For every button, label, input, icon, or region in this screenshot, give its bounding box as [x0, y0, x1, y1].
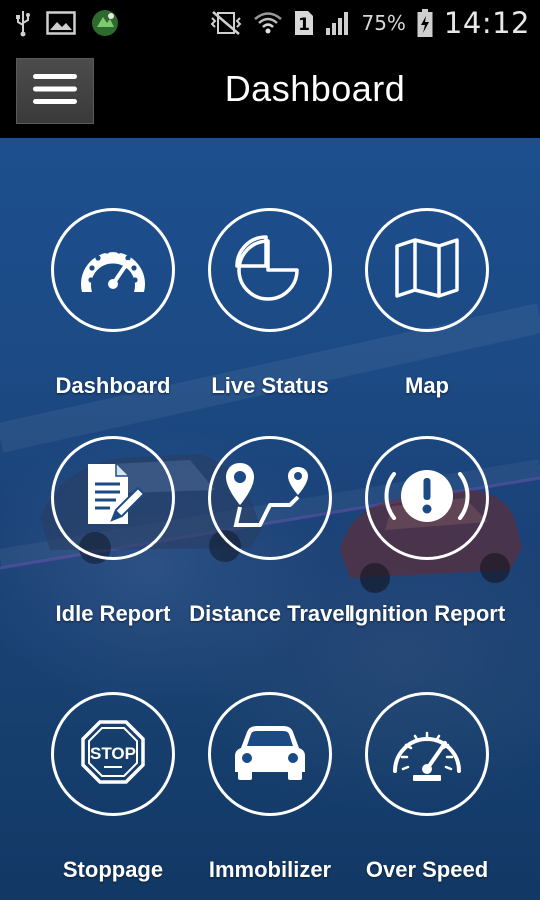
- tile-dashboard[interactable]: Dashboard: [28, 208, 198, 400]
- tile-circle: [208, 436, 332, 560]
- map-icon: [393, 236, 461, 305]
- alert-circle-icon: [384, 458, 470, 539]
- tile-map[interactable]: Map: [342, 208, 512, 400]
- tile-circle: [365, 208, 489, 332]
- signal-icon: [325, 10, 351, 36]
- image-icon: [46, 11, 76, 35]
- document-edit-icon: [80, 460, 146, 537]
- app-bar: Dashboard: [0, 46, 540, 138]
- vibrate-off-icon: [209, 10, 243, 36]
- tile-label: Immobilizer: [208, 857, 332, 882]
- route-icon: [224, 461, 316, 536]
- tile-label: Dashboard: [55, 373, 171, 398]
- app-notification-icon: [90, 8, 120, 38]
- tile-ignition-report[interactable]: Ignition Report: [342, 436, 512, 628]
- tile-stoppage[interactable]: STOP Stoppage: [28, 692, 198, 884]
- tile-circle: [51, 208, 175, 332]
- battery-percent: 75%: [361, 11, 406, 35]
- tile-over-speed[interactable]: Over Speed: [342, 692, 512, 884]
- pie-chart-icon: [235, 233, 305, 308]
- tile-label: Idle Report: [55, 601, 171, 626]
- usb-icon: [14, 9, 32, 37]
- tile-label: Distance Travel: [189, 601, 351, 626]
- stop-sign-icon: STOP: [80, 719, 146, 790]
- tile-immobilizer[interactable]: Immobilizer: [185, 692, 355, 884]
- status-bar: 1 75% 14:12: [0, 0, 540, 46]
- status-bar-left: [14, 8, 120, 38]
- tile-circle: STOP: [51, 692, 175, 816]
- tile-label: Over Speed: [365, 857, 489, 882]
- stop-sign-text: STOP: [90, 744, 136, 763]
- sim-label: 1: [299, 15, 311, 35]
- tile-label: Ignition Report: [348, 601, 506, 626]
- dashboard-content: Dashboard Live Status Map Idle Report Di…: [0, 138, 540, 900]
- tile-idle-report[interactable]: Idle Report: [28, 436, 198, 628]
- speedometer-icon: [76, 238, 150, 303]
- sim-icon: 1: [293, 9, 315, 37]
- clock: 14:12: [443, 6, 530, 40]
- tile-distance-travel[interactable]: Distance Travel: [185, 436, 355, 628]
- tile-circle: [208, 208, 332, 332]
- tile-circle: [365, 692, 489, 816]
- tile-circle: [208, 692, 332, 816]
- tile-circle: [365, 436, 489, 560]
- tile-circle: [51, 436, 175, 560]
- car-icon: [233, 722, 307, 787]
- status-bar-right: 1 75% 14:12: [209, 6, 530, 40]
- tile-label: Live Status: [211, 373, 329, 398]
- hamburger-icon: [33, 71, 77, 112]
- tile-live-status[interactable]: Live Status: [185, 208, 355, 400]
- tile-label: Stoppage: [62, 857, 164, 882]
- battery-icon: [416, 8, 434, 38]
- wifi-icon: [253, 10, 283, 36]
- tile-label: Map: [405, 373, 449, 398]
- gauge-icon: [389, 721, 465, 788]
- page-title: Dashboard: [224, 68, 406, 109]
- menu-button[interactable]: [16, 58, 94, 124]
